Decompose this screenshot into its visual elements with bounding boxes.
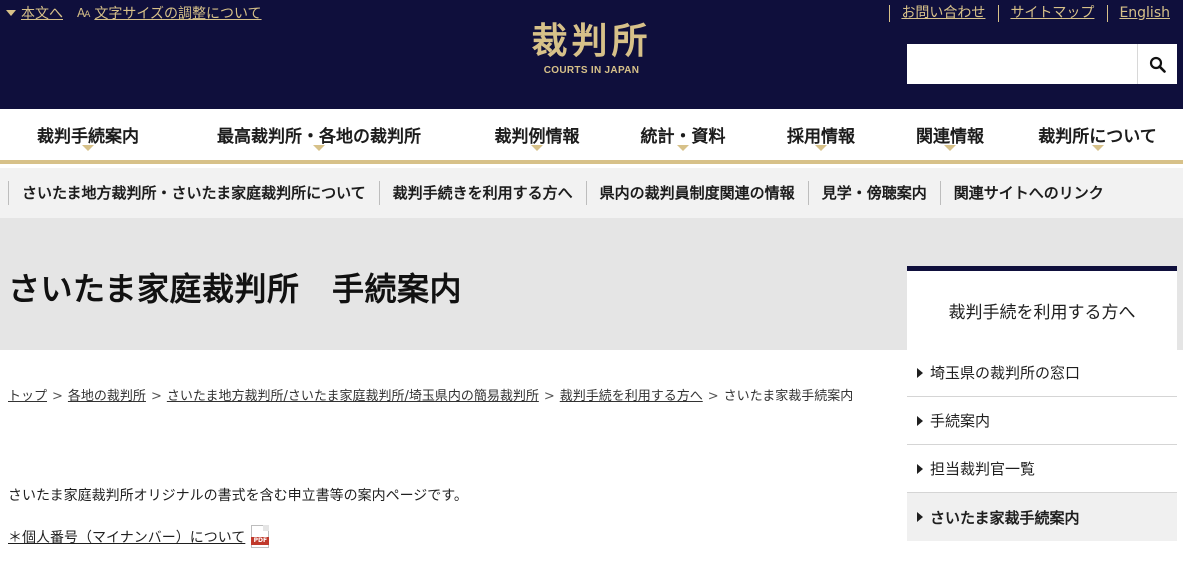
gnav-about[interactable]: 裁判所について [1012, 109, 1183, 160]
triangle-right-icon [917, 415, 923, 426]
contact-link[interactable]: お問い合わせ [889, 4, 998, 22]
breadcrumb-current: さいたま家裁手続案内 [723, 389, 854, 404]
triangle-right-icon [917, 512, 923, 522]
side-nav-item-procedures[interactable]: 手続案内 [907, 397, 1177, 445]
sitemap-link[interactable]: サイトマップ [998, 4, 1107, 22]
triangle-right-icon [917, 463, 923, 474]
gnav-case-law[interactable]: 裁判例情報 [462, 109, 612, 160]
lnav-links[interactable]: 関連サイトへのリンク [939, 181, 1117, 205]
breadcrumb-courts[interactable]: 各地の裁判所 [68, 389, 146, 404]
pdf-fold [263, 525, 270, 531]
page-title: さいたま家庭裁判所 手続案内 [8, 270, 463, 308]
search-icon [1149, 56, 1166, 73]
local-nav: さいたま地方裁判所・さいたま家庭裁判所について 裁判手続きを利用する方へ 県内の… [0, 168, 1183, 218]
font-size-icon: AA [77, 6, 90, 20]
side-nav-item-judges[interactable]: 担当裁判官一覧 [907, 445, 1177, 493]
search-box [907, 44, 1177, 84]
breadcrumb-top[interactable]: トップ [8, 389, 47, 404]
chevron-down-icon [6, 10, 16, 16]
triangle-right-icon [917, 367, 923, 378]
lnav-tours[interactable]: 見学・傍聴案内 [807, 181, 940, 205]
side-nav-item-label: 埼玉県の裁判所の窓口 [930, 364, 1081, 382]
side-nav: 裁判手続を利用する方へ 埼玉県の裁判所の窓口 手続案内 担当裁判官一覧 さいたま… [907, 266, 1177, 541]
side-nav-item-label: 担当裁判官一覧 [930, 460, 1036, 478]
breadcrumb-separator: > [707, 389, 719, 404]
side-nav-heading[interactable]: 裁判手続を利用する方へ [907, 266, 1177, 349]
english-link[interactable]: English [1107, 4, 1183, 22]
gnav-procedures[interactable]: 裁判手続案内 [0, 109, 176, 160]
gnav-related[interactable]: 関連情報 [888, 109, 1012, 160]
mynumber-link[interactable]: ＊個人番号（マイナンバー）について [8, 527, 245, 547]
breadcrumb-separator: > [150, 389, 162, 404]
gnav-statistics[interactable]: 統計・資料 [612, 109, 754, 160]
pdf-icon[interactable]: PDF [251, 525, 270, 548]
breadcrumb-separator: > [52, 389, 63, 404]
side-nav-item-window[interactable]: 埼玉県の裁判所の窓口 [907, 349, 1177, 397]
mynumber-row: ＊個人番号（マイナンバー）について PDF [8, 525, 270, 548]
intro-text: さいたま家庭裁判所オリジナルの書式を含む申立書等の案内ページです。 [8, 488, 468, 504]
breadcrumb-for-users[interactable]: 裁判手続を利用する方へ [560, 389, 703, 404]
global-nav: 裁判手続案内 最高裁判所・各地の裁判所 裁判例情報 統計・資料 採用情報 関連情… [0, 109, 1183, 164]
side-nav-item-family-court[interactable]: さいたま家裁手続案内 [907, 493, 1177, 541]
search-button[interactable] [1137, 44, 1177, 84]
side-nav-item-label: 手続案内 [930, 412, 991, 430]
lnav-saibanin[interactable]: 県内の裁判員制度関連の情報 [585, 181, 808, 205]
gnav-courts[interactable]: 最高裁判所・各地の裁判所 [176, 109, 462, 160]
gnav-recruitment[interactable]: 採用情報 [754, 109, 888, 160]
breadcrumb-saitama-courts[interactable]: さいたま地方裁判所/さいたま家庭裁判所/埼玉県内の簡易裁判所 [167, 389, 539, 404]
breadcrumb-separator: > [543, 389, 555, 404]
side-nav-item-label: さいたま家裁手続案内 [930, 508, 1080, 527]
search-input[interactable] [907, 44, 1137, 84]
lnav-for-users[interactable]: 裁判手続きを利用する方へ [378, 181, 586, 205]
lnav-about-saitama[interactable]: さいたま地方裁判所・さいたま家庭裁判所について [8, 181, 379, 205]
pdf-label: PDF [251, 537, 270, 545]
site-header: 本文へ AA 文字サイズの調整について お問い合わせ サイトマップ Englis… [0, 0, 1183, 109]
breadcrumb: トップ > 各地の裁判所 > さいたま地方裁判所/さいたま家庭裁判所/埼玉県内の簡易裁判… [8, 386, 882, 407]
